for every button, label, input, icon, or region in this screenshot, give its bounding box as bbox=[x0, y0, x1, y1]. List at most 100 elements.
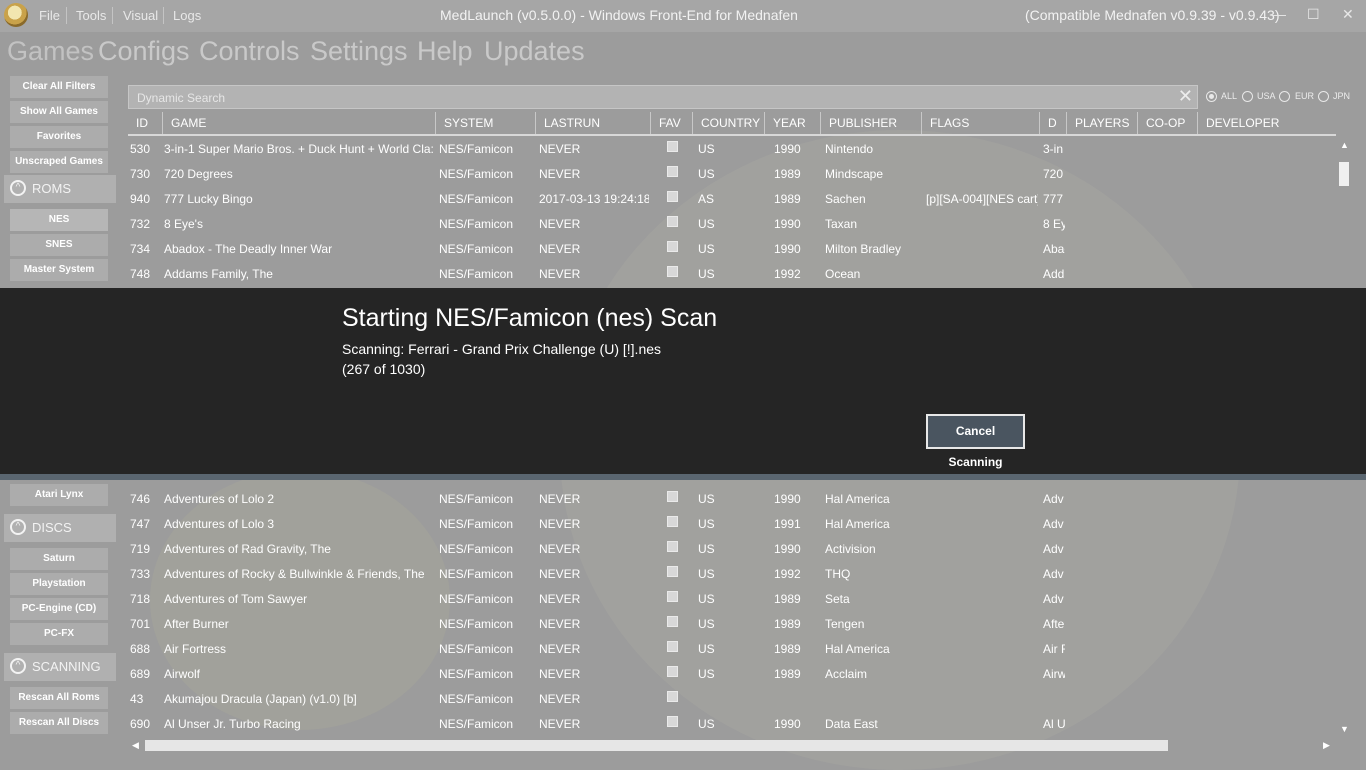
nav-help[interactable]: Help bbox=[417, 36, 473, 67]
favorite-checkbox[interactable] bbox=[667, 716, 678, 727]
table-row[interactable]: 748 Addams Family, The NES/Famicon NEVER US 1… bbox=[128, 262, 1336, 287]
rescan-all-discs-button[interactable]: Rescan All Discs bbox=[10, 712, 108, 734]
table-row[interactable]: 940 777 Lucky Bingo NES/Famicon 2017-03-13 … bbox=[128, 187, 1336, 212]
scroll-down-icon[interactable]: ▼ bbox=[1340, 724, 1349, 734]
system-snes-button[interactable]: SNES bbox=[10, 234, 108, 256]
favorite-checkbox[interactable] bbox=[667, 216, 678, 227]
column-header-system[interactable]: SYSTEM bbox=[436, 112, 536, 134]
favorite-checkbox[interactable] bbox=[667, 616, 678, 627]
system-master-system-button[interactable]: Master System bbox=[10, 259, 108, 281]
table-row[interactable]: 730 720 Degrees NES/Famicon NEVER US 1989 Mind… bbox=[128, 162, 1336, 187]
cell-game: Adventures of Rocky & Bullwinkle & Frien… bbox=[164, 567, 425, 581]
favorite-checkbox[interactable] bbox=[667, 141, 678, 152]
cell-system: NES/Famicon bbox=[439, 192, 514, 206]
unscraped-games-button[interactable]: Unscraped Games bbox=[10, 151, 108, 173]
menu-tools[interactable]: Tools bbox=[76, 8, 106, 23]
system-nes-button[interactable]: NES bbox=[10, 209, 108, 231]
table-row[interactable]: 690 Al Unser Jr. Turbo Racing NES/Famicon N… bbox=[128, 712, 1336, 737]
favorite-checkbox[interactable] bbox=[667, 691, 678, 702]
table-row[interactable]: 734 Abadox - The Deadly Inner War NES/Fami… bbox=[128, 237, 1336, 262]
nav-controls[interactable]: Controls bbox=[199, 36, 300, 67]
table-row[interactable]: 719 Adventures of Rad Gravity, The NES/Fam… bbox=[128, 537, 1336, 562]
table-row[interactable]: 43 Akumajou Dracula (Japan) (v1.0) [b] NES… bbox=[128, 687, 1336, 712]
horizontal-scrollbar-thumb[interactable] bbox=[145, 740, 1168, 751]
scroll-right-icon[interactable]: ▶ bbox=[1323, 740, 1330, 751]
system-atari-lynx-button[interactable]: Atari Lynx bbox=[10, 484, 108, 506]
region-usa-radio[interactable] bbox=[1242, 91, 1253, 102]
favorite-checkbox[interactable] bbox=[667, 666, 678, 677]
column-header-year[interactable]: YEAR bbox=[765, 112, 821, 134]
cell-publisher: Tengen bbox=[825, 617, 865, 631]
table-row[interactable]: 733 Adventures of Rocky & Bullwinkle & Fr… bbox=[128, 562, 1336, 587]
cell-system: NES/Famicon bbox=[439, 542, 514, 556]
close-window-button[interactable]: ✕ bbox=[1342, 6, 1354, 23]
system-saturn-button[interactable]: Saturn bbox=[10, 548, 108, 570]
nav-games[interactable]: Games bbox=[7, 36, 94, 67]
favorite-checkbox[interactable] bbox=[667, 266, 678, 277]
column-header-game[interactable]: GAME bbox=[163, 112, 436, 134]
column-header-flags[interactable]: FLAGS bbox=[922, 112, 1040, 134]
vertical-scrollbar-thumb[interactable] bbox=[1339, 162, 1349, 186]
table-row[interactable]: 747 Adventures of Lolo 3 NES/Famicon NEVER U… bbox=[128, 512, 1336, 537]
table-row[interactable]: 701 After Burner NES/Famicon NEVER US 1989 Ten… bbox=[128, 612, 1336, 637]
scanning-section-header[interactable]: ^ SCANNING bbox=[4, 653, 116, 681]
favorite-checkbox[interactable] bbox=[667, 241, 678, 252]
favorite-checkbox[interactable] bbox=[667, 166, 678, 177]
nav-updates[interactable]: Updates bbox=[484, 36, 585, 67]
column-header-players[interactable]: PLAYERS bbox=[1067, 112, 1138, 134]
cell-publisher: Sachen bbox=[825, 192, 866, 206]
nav-settings[interactable]: Settings bbox=[310, 36, 408, 67]
region-all-radio[interactable] bbox=[1206, 91, 1217, 102]
nav-configs[interactable]: Configs bbox=[98, 36, 190, 67]
favorite-checkbox[interactable] bbox=[667, 541, 678, 552]
show-all-games-button[interactable]: Show All Games bbox=[10, 101, 108, 123]
table-row[interactable]: 689 Airwolf NES/Famicon NEVER US 1989 Acclaim A… bbox=[128, 662, 1336, 687]
system-pcfx-button[interactable]: PC-FX bbox=[10, 623, 108, 645]
favorite-checkbox[interactable] bbox=[667, 566, 678, 577]
cell-publisher: Hal America bbox=[825, 642, 890, 656]
table-row[interactable]: 530 3-in-1 Super Mario Bros. + Duck Hunt … bbox=[128, 137, 1336, 162]
column-header-lastrun[interactable]: LASTRUN bbox=[536, 112, 651, 134]
table-row[interactable]: 732 8 Eye's NES/Famicon NEVER US 1990 Taxan 8 E… bbox=[128, 212, 1336, 237]
roms-section-header[interactable]: ^ ROMS bbox=[4, 175, 116, 203]
region-jpn-radio[interactable] bbox=[1318, 91, 1329, 102]
favorite-checkbox[interactable] bbox=[667, 591, 678, 602]
discs-section-header[interactable]: ^ DISCS bbox=[4, 514, 116, 542]
column-header-publisher[interactable]: PUBLISHER bbox=[821, 112, 922, 134]
rescan-all-roms-button[interactable]: Rescan All Roms bbox=[10, 687, 108, 709]
system-playstation-button[interactable]: Playstation bbox=[10, 573, 108, 595]
scroll-left-icon[interactable]: ◀ bbox=[132, 740, 139, 751]
favorite-checkbox[interactable] bbox=[667, 641, 678, 652]
column-header-fav[interactable]: FAV bbox=[651, 112, 693, 134]
scan-progress-dialog: Starting NES/Famicon (nes) Scan Scanning… bbox=[0, 288, 1366, 474]
favorite-checkbox[interactable] bbox=[667, 491, 678, 502]
column-header-country[interactable]: COUNTRY bbox=[693, 112, 765, 134]
clear-search-icon[interactable]: ✕ bbox=[1178, 86, 1193, 107]
cell-d: Al U bbox=[1043, 717, 1065, 731]
cell-lastrun: NEVER bbox=[539, 667, 581, 681]
column-header-d[interactable]: D bbox=[1040, 112, 1067, 134]
scroll-up-icon[interactable]: ▲ bbox=[1340, 140, 1349, 150]
menu-visual[interactable]: Visual bbox=[123, 8, 158, 23]
menu-file[interactable]: File bbox=[39, 8, 60, 23]
scanning-header-label: SCANNING bbox=[32, 659, 101, 674]
table-row[interactable]: 718 Adventures of Tom Sawyer NES/Famicon NE… bbox=[128, 587, 1336, 612]
menu-logs[interactable]: Logs bbox=[173, 8, 201, 23]
clear-all-filters-button[interactable]: Clear All Filters bbox=[10, 76, 108, 98]
favorites-button[interactable]: Favorites bbox=[10, 126, 108, 148]
cell-year: 1990 bbox=[774, 242, 801, 256]
minimize-button[interactable]: — bbox=[1272, 6, 1286, 22]
column-header-coop[interactable]: CO-OP bbox=[1138, 112, 1198, 134]
column-header-developer[interactable]: DEVELOPER bbox=[1198, 112, 1336, 134]
table-row[interactable]: 746 Adventures of Lolo 2 NES/Famicon NEVER U… bbox=[128, 487, 1336, 512]
cell-d: Adv bbox=[1043, 492, 1064, 506]
table-row[interactable]: 688 Air Fortress NES/Famicon NEVER US 1989 Hal… bbox=[128, 637, 1336, 662]
cancel-scanning-button[interactable]: Cancel Scanning bbox=[926, 414, 1025, 469]
favorite-checkbox[interactable] bbox=[667, 516, 678, 527]
favorite-checkbox[interactable] bbox=[667, 191, 678, 202]
maximize-button[interactable]: ☐ bbox=[1307, 6, 1320, 23]
search-input[interactable] bbox=[135, 88, 1139, 108]
region-eur-radio[interactable] bbox=[1279, 91, 1290, 102]
column-header-id[interactable]: ID bbox=[128, 112, 163, 134]
system-pce-cd-button[interactable]: PC-Engine (CD) bbox=[10, 598, 108, 620]
